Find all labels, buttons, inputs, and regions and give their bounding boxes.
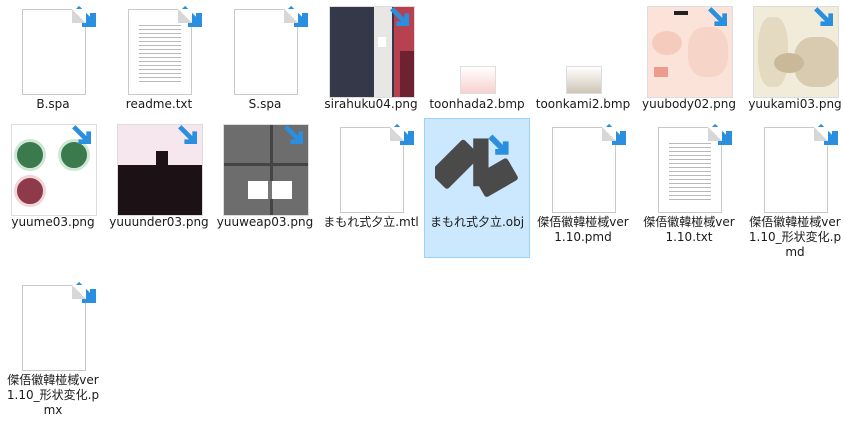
obj-file-icon [435,127,521,213]
file-item[interactable]: yuuunder03.png [106,118,212,258]
image-thumbnail [647,6,733,98]
file-name: toonkami2.bmp [535,97,631,111]
file-name: 傑俉徽韓椪棫ver1.10.txt [643,215,735,244]
file-name: まもれ式夕立.obj [429,215,525,229]
file-name: yuukami03.png [748,97,842,111]
shortcut-arrow-icon [74,5,96,27]
shortcut-arrow-icon [708,7,727,26]
file-name: yuuweap03.png [216,215,314,229]
shortcut-arrow-icon [816,123,838,145]
file-name: sirahuku04.png [324,97,418,111]
file-item[interactable]: yuume03.png [0,118,106,258]
shortcut-arrow-icon [488,134,509,155]
shortcut-arrow-icon [604,123,626,145]
shortcut-arrow-icon [72,125,91,144]
file-icon [223,5,309,95]
3d-object-icon [435,134,518,197]
image-thumbnail [435,9,521,95]
file-item-selected[interactable]: まもれ式夕立.obj [424,118,530,258]
file-name: yuubody02.png [642,97,736,111]
image-thumbnail [329,6,415,98]
shortcut-arrow-icon [390,7,409,26]
file-name: yuuunder03.png [109,215,209,229]
file-icon [11,281,97,371]
shortcut-arrow-icon [284,125,303,144]
file-grid: B.spa readme.txt S.spa sirahuku04.png to… [0,0,844,435]
image-thumbnail [541,9,627,95]
file-item[interactable]: 傑俉徽韓椪棫ver1.10_形状変化.pmd [742,118,844,259]
file-name: readme.txt [125,97,193,111]
shortcut-arrow-icon [178,125,197,144]
text-file-icon [117,5,203,95]
shortcut-arrow-icon [74,281,96,303]
shortcut-arrow-icon [286,5,308,27]
image-thumbnail [11,124,97,216]
file-name: まもれ式夕立.mtl [323,215,419,229]
file-name: yuume03.png [11,215,95,229]
image-thumbnail [753,6,839,98]
file-icon [11,5,97,95]
text-file-icon [647,123,733,213]
file-name: 傑俉徽韓椪棫ver1.10_形状変化.pmd [748,215,842,259]
file-name: 傑俉徽韓椪棫ver1.10.pmd [537,215,629,244]
file-name: S.spa [248,97,282,111]
file-name: toonhada2.bmp [429,97,525,111]
shortcut-arrow-icon [180,5,202,27]
file-item[interactable]: まもれ式夕立.mtl [318,118,424,258]
file-name: 傑俉徽韓椪棫ver1.10_形状変化.pmx [6,373,100,417]
file-item[interactable]: 傑俉徽韓椪棫ver1.10.pmd [530,118,636,258]
image-thumbnail [117,124,203,216]
file-icon [329,123,415,213]
file-item[interactable]: 傑俉徽韓椪棫ver1.10.txt [636,118,742,258]
file-item[interactable]: 傑俉徽韓椪棫ver1.10_形状変化.pmx [0,276,106,417]
file-item[interactable]: yuuweap03.png [212,118,318,258]
shortcut-arrow-icon [392,123,414,145]
file-icon [541,123,627,213]
image-thumbnail [223,124,309,216]
shortcut-arrow-icon [710,123,732,145]
shortcut-arrow-icon [814,7,833,26]
file-name: B.spa [36,97,70,111]
file-icon [753,123,839,213]
